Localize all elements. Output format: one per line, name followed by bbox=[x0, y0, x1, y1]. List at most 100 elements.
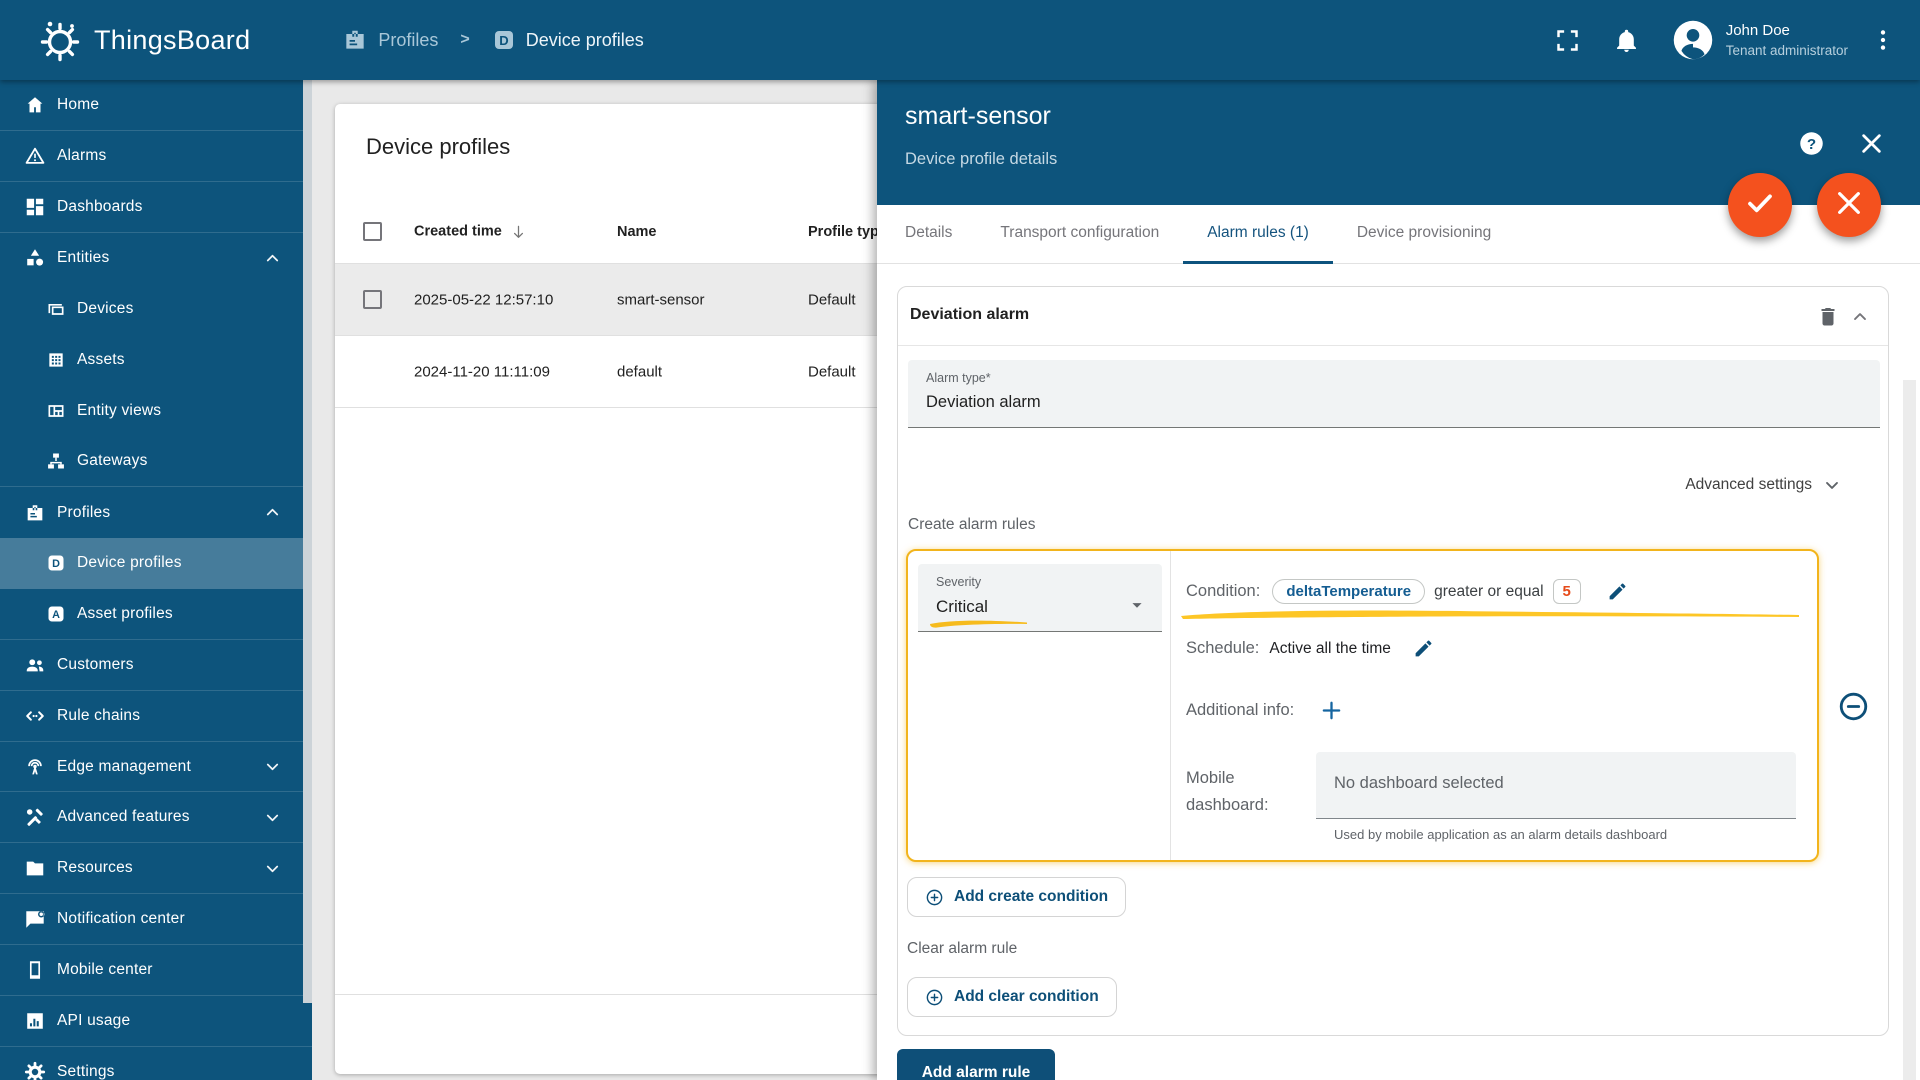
column-name[interactable]: Name bbox=[617, 224, 657, 240]
sidebar-item-asset-profiles[interactable]: A Asset profiles bbox=[0, 589, 312, 640]
cell-profile-type: Default bbox=[808, 363, 856, 380]
check-icon bbox=[1744, 187, 1776, 224]
notifications-bell-icon[interactable] bbox=[1613, 27, 1640, 54]
remove-rule-minus-icon[interactable] bbox=[1838, 691, 1869, 722]
delete-alarm-trash-icon[interactable] bbox=[1816, 304, 1840, 328]
sidebar-item-devices[interactable]: Devices bbox=[0, 284, 312, 335]
sidebar-item-entities[interactable]: Entities bbox=[0, 233, 312, 284]
sidebar-item-settings[interactable]: Settings bbox=[0, 1047, 312, 1080]
sidebar-item-entity-views[interactable]: Entity views bbox=[0, 385, 312, 436]
discard-changes-fab[interactable] bbox=[1817, 173, 1881, 237]
tab-transport-configuration[interactable]: Transport configuration bbox=[976, 205, 1183, 264]
entities-icon bbox=[24, 247, 46, 269]
advanced-settings-toggle[interactable]: Advanced settings bbox=[1685, 475, 1842, 495]
condition-value: 5 bbox=[1552, 579, 1581, 604]
sidebar-item-home[interactable]: Home bbox=[0, 80, 312, 131]
assets-icon bbox=[46, 350, 66, 370]
condition-key-chip[interactable]: deltaTemperature bbox=[1272, 579, 1426, 604]
cell-created-time: 2025-05-22 12:57:10 bbox=[414, 291, 554, 308]
panel-subtitle: Device profile details bbox=[905, 150, 1058, 168]
sidebar-item-label: Settings bbox=[57, 1063, 115, 1080]
add-create-condition-button[interactable]: Add create condition bbox=[907, 877, 1127, 917]
sidebar-item-alarms[interactable]: Alarms bbox=[0, 131, 312, 182]
add-additional-info-plus-icon[interactable] bbox=[1320, 699, 1343, 722]
sidebar-item-label: Assets bbox=[77, 350, 125, 368]
sidebar-item-gateways[interactable]: Gateways bbox=[0, 436, 312, 488]
svg-text:?: ? bbox=[1807, 136, 1816, 153]
sidebar-item-label: Dashboards bbox=[57, 197, 143, 215]
tab-details[interactable]: Details bbox=[881, 205, 976, 264]
add-clear-condition-button[interactable]: Add clear condition bbox=[907, 977, 1117, 1017]
header-menu-kebab-icon[interactable] bbox=[1870, 27, 1896, 53]
home-icon bbox=[24, 94, 46, 116]
schedule-value: Active all the time bbox=[1269, 639, 1391, 657]
sidebar-item-notification-center[interactable]: Notification center bbox=[0, 894, 312, 946]
sidebar-scrollbar[interactable] bbox=[303, 80, 312, 1003]
mobile-dashboard-hint: Used by mobile application as an alarm d… bbox=[1334, 827, 1668, 842]
column-profile-type[interactable]: Profile type bbox=[808, 224, 887, 240]
sidebar-item-edge-management[interactable]: Edge management bbox=[0, 742, 312, 793]
chevron-down-icon bbox=[263, 808, 282, 827]
sidebar-item-label: Notification center bbox=[57, 910, 185, 928]
sidebar-item-assets[interactable]: Assets bbox=[0, 334, 312, 385]
sidebar-item-label: Devices bbox=[77, 300, 134, 317]
alarm-card: Deviation alarm Alarm type* Deviation al… bbox=[897, 286, 1889, 1036]
edit-schedule-pencil-icon[interactable] bbox=[1413, 638, 1434, 659]
sidebar-item-label: Rule chains bbox=[57, 706, 141, 724]
sidebar-item-rule-chains[interactable]: Rule chains bbox=[0, 691, 312, 742]
svg-text:D: D bbox=[52, 558, 60, 570]
panel-scrollbar[interactable] bbox=[1903, 380, 1916, 1080]
mobile-dashboard-select[interactable]: No dashboard selected bbox=[1316, 752, 1796, 819]
sidebar-item-customers[interactable]: Customers bbox=[0, 640, 312, 691]
sidebar-item-advanced-features[interactable]: Advanced features bbox=[0, 792, 312, 844]
severity-label: Severity bbox=[936, 575, 982, 589]
alarm-card-header: Deviation alarm bbox=[898, 287, 1888, 346]
sidebar-item-label: Alarms bbox=[57, 146, 107, 164]
severity-select[interactable]: Severity Critical bbox=[918, 564, 1162, 632]
sidebar: Home Alarms Dashboards Entities Devices Asset… bbox=[0, 80, 312, 1080]
cancel-x-icon bbox=[1833, 187, 1865, 224]
create-alarm-rules-label: Create alarm rules bbox=[908, 516, 1036, 533]
breadcrumb-profiles[interactable]: Profiles bbox=[378, 30, 438, 51]
edit-condition-pencil-icon[interactable] bbox=[1607, 581, 1628, 602]
sidebar-item-resources[interactable]: Resources bbox=[0, 843, 312, 895]
row-checkbox[interactable] bbox=[363, 289, 382, 309]
chevron-down-icon bbox=[1822, 475, 1842, 495]
collapse-chevron-icon[interactable] bbox=[1850, 307, 1870, 327]
help-icon[interactable]: ? bbox=[1798, 130, 1825, 157]
highlight-marker bbox=[1181, 610, 1799, 619]
device-profile-icon: D bbox=[492, 28, 516, 52]
close-icon[interactable] bbox=[1858, 130, 1885, 157]
select-all-checkbox[interactable] bbox=[363, 221, 382, 241]
sidebar-item-dashboards[interactable]: Dashboards bbox=[0, 182, 312, 233]
additional-info-row: Additional info: bbox=[1186, 699, 1343, 722]
sidebar-item-device-profiles[interactable]: D Device profiles bbox=[0, 538, 312, 589]
user-avatar[interactable] bbox=[1672, 19, 1714, 61]
sidebar-item-label: Device profiles bbox=[77, 554, 182, 572]
tab-device-provisioning[interactable]: Device provisioning bbox=[1333, 205, 1515, 264]
sidebar-item-profiles[interactable]: Profiles bbox=[0, 487, 312, 538]
alarm-type-value: Deviation alarm bbox=[926, 393, 1041, 411]
column-created-time[interactable]: Created time bbox=[414, 223, 527, 240]
tab-alarm-rules[interactable]: Alarm rules (1) bbox=[1183, 205, 1333, 264]
condition-label: Condition: bbox=[1186, 582, 1261, 600]
d-square-icon: D bbox=[46, 553, 66, 573]
sidebar-item-label: Advanced features bbox=[57, 808, 190, 826]
app-logo-text: ThingsBoard bbox=[94, 24, 251, 55]
mobile-icon bbox=[24, 959, 46, 981]
plus-circle-icon bbox=[925, 888, 944, 907]
chevron-up-icon bbox=[263, 503, 282, 522]
rule-chains-icon bbox=[24, 705, 46, 727]
fullscreen-icon[interactable] bbox=[1554, 27, 1581, 54]
rule-divider bbox=[1170, 551, 1171, 860]
svg-text:D: D bbox=[499, 33, 508, 48]
sidebar-item-label: Asset profiles bbox=[77, 604, 173, 622]
sort-desc-icon bbox=[510, 223, 527, 240]
alarm-type-field[interactable]: Alarm type* Deviation alarm bbox=[908, 360, 1880, 428]
sidebar-item-label: Edge management bbox=[57, 757, 191, 775]
sidebar-item-mobile-center[interactable]: Mobile center bbox=[0, 945, 312, 997]
apply-changes-fab[interactable] bbox=[1728, 173, 1792, 237]
breadcrumb-device-profiles[interactable]: Device profiles bbox=[526, 30, 644, 51]
sidebar-item-api-usage[interactable]: API usage bbox=[0, 996, 312, 1047]
add-alarm-rule-button[interactable]: Add alarm rule bbox=[897, 1049, 1055, 1080]
